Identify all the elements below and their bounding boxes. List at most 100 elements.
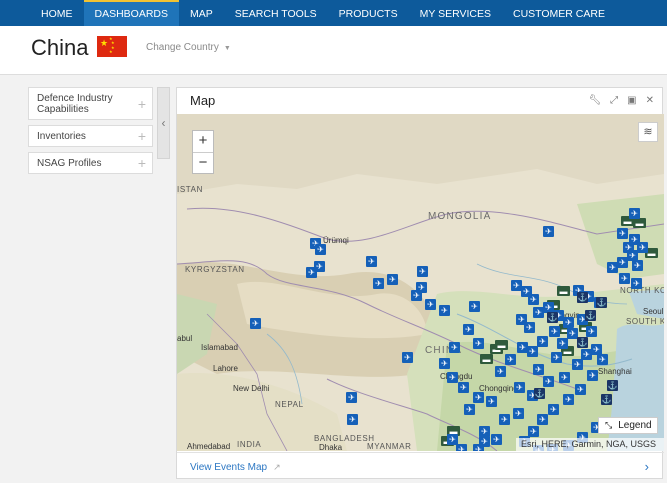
airbase-marker-icon[interactable]: ✈ — [346, 392, 357, 403]
airbase-marker-icon[interactable]: ✈ — [439, 305, 450, 316]
zoom-out-button[interactable]: − — [193, 152, 213, 173]
view-events-map-link[interactable]: View Events Map ↗ — [190, 462, 281, 473]
airbase-marker-icon[interactable]: ✈ — [402, 352, 413, 363]
airbase-marker-icon[interactable]: ✈ — [629, 208, 640, 219]
airbase-marker-icon[interactable]: ✈ — [587, 370, 598, 381]
airbase-marker-icon[interactable]: ✈ — [458, 382, 469, 393]
naval-base-marker-icon[interactable]: ⚓ — [577, 337, 588, 348]
airbase-marker-icon[interactable]: ✈ — [469, 301, 480, 312]
layers-button[interactable]: ≋ — [638, 122, 658, 142]
airbase-marker-icon[interactable]: ✈ — [315, 244, 326, 255]
airbase-marker-icon[interactable]: ✈ — [516, 314, 527, 325]
airbase-marker-icon[interactable]: ✈ — [537, 336, 548, 347]
airbase-marker-icon[interactable]: ✈ — [411, 290, 422, 301]
airbase-marker-icon[interactable]: ✈ — [250, 318, 261, 329]
naval-base-marker-icon[interactable]: ⚓ — [607, 380, 618, 391]
naval-base-marker-icon[interactable]: ⚓ — [596, 297, 607, 308]
airbase-marker-icon[interactable]: ✈ — [514, 382, 525, 393]
airbase-marker-icon[interactable]: ✈ — [559, 372, 570, 383]
naval-base-marker-icon[interactable]: ⚓ — [585, 310, 596, 321]
airbase-marker-icon[interactable]: ✈ — [632, 260, 643, 271]
sidebar-collapse-handle[interactable]: ‹ — [157, 87, 170, 159]
change-country-dropdown[interactable]: Change Country ▼ — [146, 42, 231, 53]
wrench-icon[interactable]: 🔧︎ — [588, 95, 601, 106]
map-canvas[interactable]: ISTAN Ürümqi MONGOLIA KYRGYZSTAN NORTH K… — [177, 114, 664, 451]
airbase-marker-icon[interactable]: ✈ — [417, 266, 428, 277]
airbase-marker-icon[interactable]: ✈ — [619, 273, 630, 284]
airbase-marker-icon[interactable]: ✈ — [527, 346, 538, 357]
airbase-marker-icon[interactable]: ✈ — [543, 376, 554, 387]
zoom-in-button[interactable]: + — [193, 131, 213, 152]
airbase-marker-icon[interactable]: ✈ — [347, 414, 358, 425]
airbase-marker-icon[interactable]: ✈ — [463, 324, 474, 335]
ground-unit-marker-icon[interactable]: ▬ — [480, 354, 493, 364]
airbase-marker-icon[interactable]: ✈ — [617, 228, 628, 239]
ground-unit-marker-icon[interactable]: ▬ — [633, 218, 646, 228]
airbase-marker-icon[interactable]: ✈ — [456, 444, 467, 451]
airbase-marker-icon[interactable]: ✈ — [563, 317, 574, 328]
airbase-marker-icon[interactable]: ✈ — [447, 372, 458, 383]
airbase-marker-icon[interactable]: ✈ — [439, 358, 450, 369]
sidebar-item-label: Defence Industry Capabilities — [37, 93, 113, 115]
airbase-marker-icon[interactable]: ✈ — [449, 342, 460, 353]
map-panel: Map 🔧︎ ⤢ ▣ ✕ ISTAN Ürümqi MONGOLIA KYRGY… — [176, 87, 664, 479]
nav-products[interactable]: PRODUCTS — [328, 0, 409, 26]
legend-button[interactable]: ⤡ Legend — [598, 417, 658, 434]
airbase-marker-icon[interactable]: ✈ — [623, 242, 634, 253]
nav-dashboards[interactable]: DASHBOARDS — [83, 0, 180, 26]
airbase-marker-icon[interactable]: ✈ — [563, 394, 574, 405]
nav-search-tools[interactable]: SEARCH TOOLS — [224, 0, 328, 26]
airbase-marker-icon[interactable]: ✈ — [505, 354, 516, 365]
naval-base-marker-icon[interactable]: ⚓ — [534, 388, 545, 399]
airbase-marker-icon[interactable]: ✈ — [548, 404, 559, 415]
airbase-marker-icon[interactable]: ✈ — [517, 342, 528, 353]
airbase-marker-icon[interactable]: ✈ — [543, 226, 554, 237]
airbase-marker-icon[interactable]: ✈ — [373, 278, 384, 289]
airbase-marker-icon[interactable]: ✈ — [513, 408, 524, 419]
naval-base-marker-icon[interactable]: ⚓ — [547, 312, 558, 323]
external-link-icon: ↗ — [273, 462, 281, 472]
ground-unit-marker-icon[interactable]: ▬ — [557, 286, 570, 296]
airbase-marker-icon[interactable]: ✈ — [533, 364, 544, 375]
airbase-marker-icon[interactable]: ✈ — [586, 326, 597, 337]
sidebar-item-nsag-profiles[interactable]: NSAG Profiles + — [28, 152, 153, 174]
nav-my-services[interactable]: MY SERVICES — [409, 0, 502, 26]
airbase-marker-icon[interactable]: ✈ — [387, 274, 398, 285]
sidebar-item-inventories[interactable]: Inventories + — [28, 125, 153, 147]
airbase-marker-icon[interactable]: ✈ — [464, 404, 475, 415]
screen-icon[interactable]: ▣ — [627, 95, 636, 106]
airbase-marker-icon[interactable]: ✈ — [499, 414, 510, 425]
airbase-marker-icon[interactable]: ✈ — [537, 414, 548, 425]
airbase-marker-icon[interactable]: ✈ — [314, 261, 325, 272]
airbase-marker-icon[interactable]: ✈ — [473, 444, 484, 451]
airbase-marker-icon[interactable]: ✈ — [486, 396, 497, 407]
nav-map[interactable]: MAP — [179, 0, 224, 26]
view-events-map-label: View Events Map — [190, 462, 268, 473]
nav-home[interactable]: HOME — [30, 0, 84, 26]
nav-customer-care[interactable]: CUSTOMER CARE — [502, 0, 616, 26]
naval-base-marker-icon[interactable]: ⚓ — [601, 394, 612, 405]
naval-base-marker-icon[interactable]: ⚓ — [577, 292, 588, 303]
airbase-marker-icon[interactable]: ✈ — [551, 352, 562, 363]
airbase-marker-icon[interactable]: ✈ — [425, 299, 436, 310]
airbase-marker-icon[interactable]: ✈ — [575, 384, 586, 395]
map-label: MYANMAR — [367, 442, 412, 451]
airbase-marker-icon[interactable]: ✈ — [631, 278, 642, 289]
airbase-marker-icon[interactable]: ✈ — [572, 359, 583, 370]
airbase-marker-icon[interactable]: ✈ — [597, 354, 608, 365]
airbase-marker-icon[interactable]: ✈ — [473, 392, 484, 403]
airbase-marker-icon[interactable]: ✈ — [473, 338, 484, 349]
expand-icon[interactable]: ⤢ — [610, 95, 618, 106]
chevron-right-icon[interactable]: › — [645, 459, 649, 474]
airbase-marker-icon[interactable]: ✈ — [557, 338, 568, 349]
airbase-marker-icon[interactable]: ✈ — [528, 294, 539, 305]
airbase-marker-icon[interactable]: ✈ — [491, 434, 502, 445]
close-icon[interactable]: ✕ — [646, 95, 654, 106]
ground-unit-marker-icon[interactable]: ▬ — [495, 340, 508, 350]
sidebar-item-defence-industry-capabilities[interactable]: Defence Industry Capabilities + — [28, 87, 153, 120]
airbase-marker-icon[interactable]: ✈ — [495, 366, 506, 377]
airbase-marker-icon[interactable]: ✈ — [549, 326, 560, 337]
airbase-marker-icon[interactable]: ✈ — [637, 242, 648, 253]
airbase-marker-icon[interactable]: ✈ — [366, 256, 377, 267]
airbase-marker-icon[interactable]: ✈ — [447, 434, 458, 445]
